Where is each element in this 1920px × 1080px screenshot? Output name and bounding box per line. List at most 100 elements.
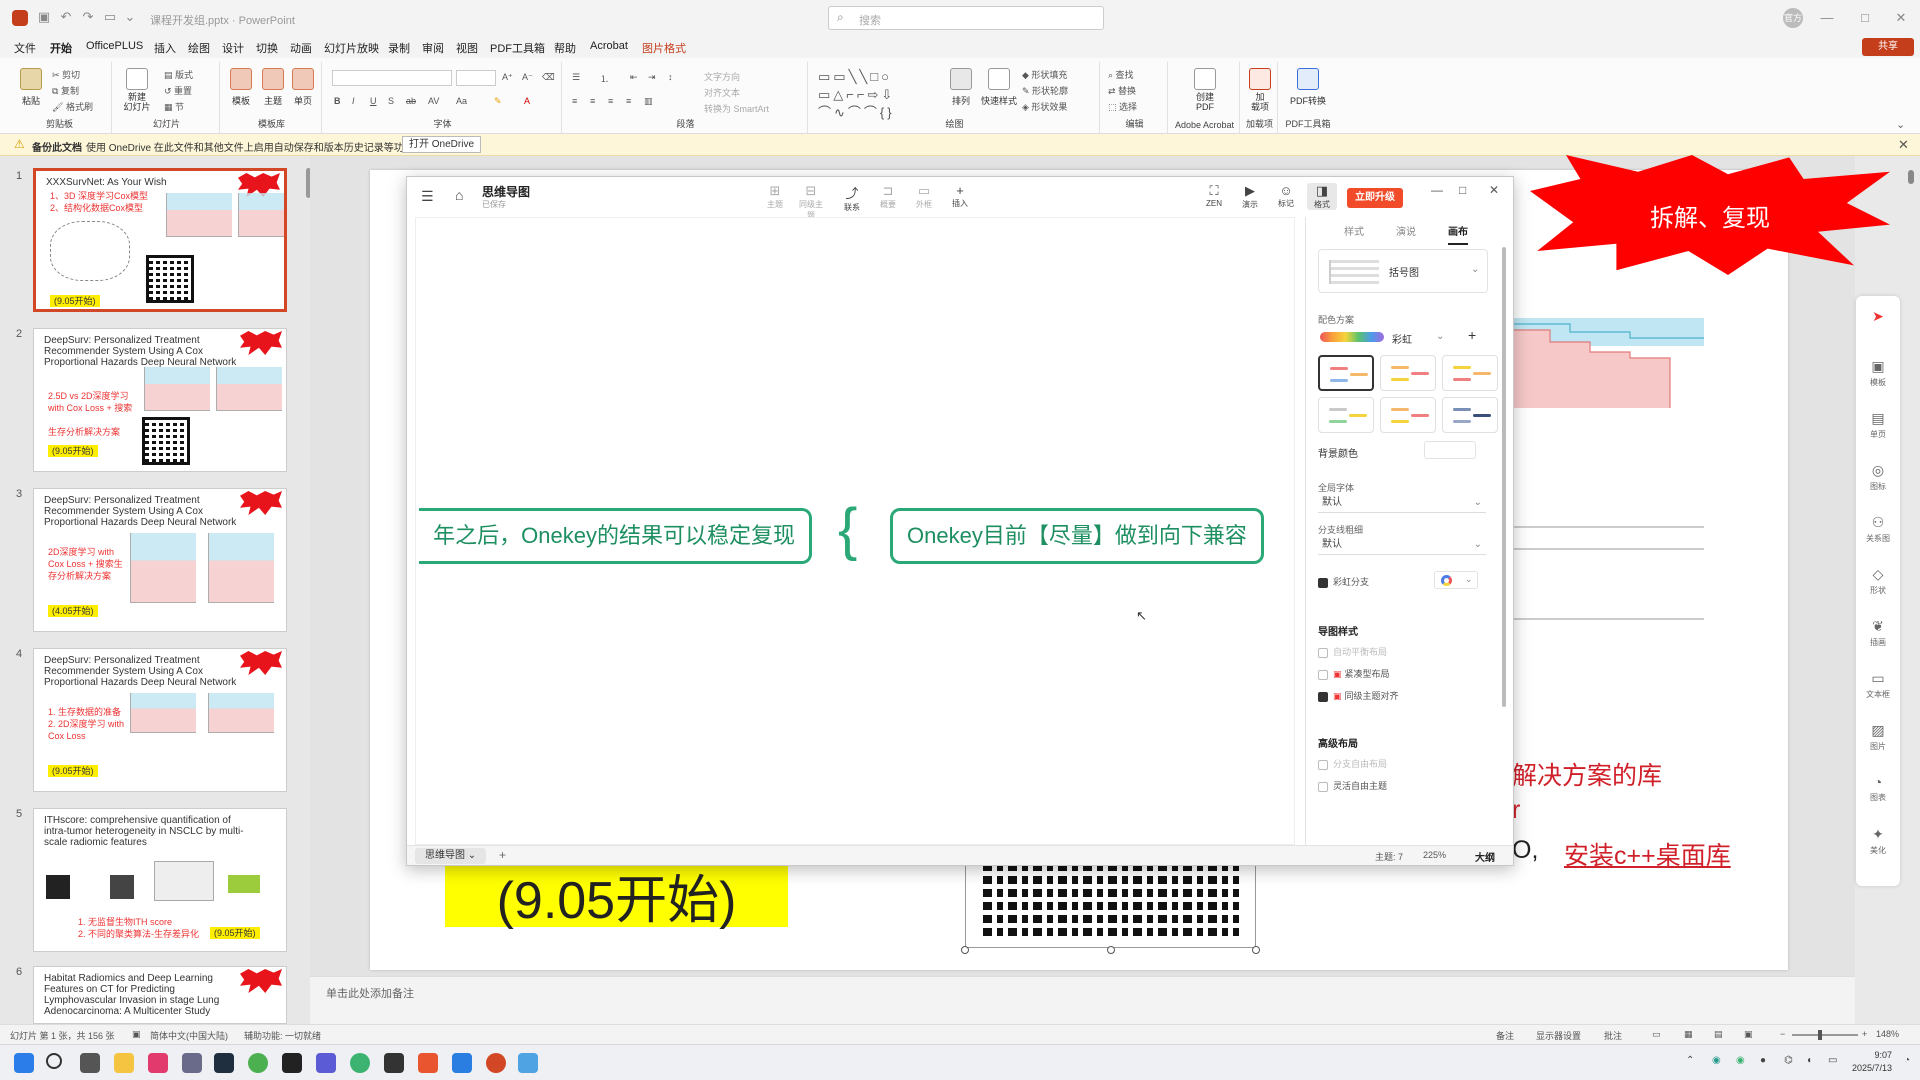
single-page-label[interactable]: 单页 <box>283 94 323 107</box>
theme-icon[interactable] <box>262 68 284 90</box>
app-icon[interactable] <box>282 1053 302 1073</box>
redo-icon[interactable]: ↷ <box>80 9 96 25</box>
shapes-gallery[interactable]: ▭▭╲╲□○ ▭△⌐⌐⇨⇩ ⌒∿⌒⌒{} <box>818 68 930 122</box>
align-siblings-checkbox[interactable]: ▣ 同级主题对齐 <box>1318 689 1399 702</box>
tool-relation[interactable]: ⤴ 联系 <box>837 183 867 213</box>
menu-insert[interactable]: 插入 <box>154 40 176 56</box>
menu-review[interactable]: 审阅 <box>422 40 444 56</box>
smartart-button[interactable]: 转换为 SmartArt <box>704 102 769 115</box>
search-input[interactable]: ⌕ 搜索 <box>828 6 1104 30</box>
slide-vscroll-thumb[interactable] <box>1908 170 1914 184</box>
section-button[interactable]: ▦ 节 <box>164 100 184 113</box>
create-pdf-icon[interactable] <box>1194 68 1216 90</box>
search-icon[interactable] <box>46 1053 62 1069</box>
outline-button[interactable]: 大纲 <box>1475 849 1495 864</box>
font-select[interactable]: 默认 ⌄ <box>1318 493 1486 513</box>
sidebar-item-shapes[interactable]: ◇ 形状 <box>1856 566 1900 596</box>
menu-file[interactable]: 文件 <box>14 40 36 56</box>
layout-button[interactable]: ▤ 版式 <box>164 68 193 81</box>
battery-icon[interactable]: ▭ <box>1828 1055 1837 1066</box>
minimize-button[interactable]: — <box>1812 8 1842 28</box>
sidebar-item-icons[interactable]: ◎ 图标 <box>1856 462 1900 492</box>
tool-boundary[interactable]: ▭ 外框 <box>909 183 939 210</box>
officeplus-logo-icon[interactable]: ➤ <box>1856 308 1900 325</box>
network-icon[interactable]: ⌬ <box>1784 1055 1793 1066</box>
spellcheck-icon[interactable]: ▣ <box>132 1029 141 1040</box>
slide-thumbnail-6[interactable]: Habitat Radiomics and Deep Learning Feat… <box>33 966 287 1024</box>
pdf-convert-label[interactable]: PDF转换 <box>1288 94 1328 107</box>
color-scheme-select[interactable]: 彩虹 ⌄ <box>1318 327 1446 347</box>
select-button[interactable]: ⬚ 选择 <box>1108 100 1137 113</box>
hamburger-menu-icon[interactable]: ☰ <box>421 188 434 205</box>
slideshow-view-icon[interactable]: ▣ <box>1744 1029 1753 1040</box>
align-left-icon[interactable]: ≡ <box>572 96 577 106</box>
find-button[interactable]: ⌕ 查找 <box>1108 68 1134 81</box>
free-topic-checkbox[interactable]: 灵活自由主题 <box>1318 779 1387 792</box>
menu-slideshow[interactable]: 幻灯片放映 <box>324 40 379 56</box>
shadow-icon[interactable]: S <box>388 96 394 106</box>
zoom-in-icon[interactable]: + <box>1862 1029 1867 1039</box>
normal-view-icon[interactable]: ▭ <box>1652 1029 1661 1040</box>
layout-card-5[interactable] <box>1380 397 1436 433</box>
shape-outline-button[interactable]: ✎ 形状轮廓 <box>1022 84 1068 97</box>
terminal-icon[interactable] <box>384 1053 404 1073</box>
layout-card-1[interactable] <box>1318 355 1374 391</box>
windows-start-icon[interactable] <box>14 1053 34 1073</box>
auto-balance-checkbox[interactable]: 自动平衡布局 <box>1318 645 1387 658</box>
reading-view-icon[interactable]: ▤ <box>1714 1029 1723 1040</box>
zoom-out-icon[interactable]: − <box>1780 1029 1785 1039</box>
layout-card-4[interactable] <box>1318 397 1374 433</box>
tab-speech[interactable]: 演说 <box>1396 223 1416 238</box>
shape-effects-button[interactable]: ◈ 形状效果 <box>1022 100 1067 113</box>
template-icon[interactable] <box>230 68 252 90</box>
align-right-icon[interactable]: ≡ <box>608 96 613 106</box>
font-color-icon[interactable]: A <box>524 96 530 106</box>
numbering-icon[interactable]: ⒈ <box>600 72 609 85</box>
tab-style[interactable]: 样式 <box>1344 223 1364 238</box>
zoom-slider-thumb[interactable] <box>1818 1030 1822 1040</box>
tool-present[interactable]: ▶ 演示 <box>1235 183 1265 210</box>
structure-select[interactable]: 括号图 ⌄ <box>1318 249 1488 293</box>
avatar[interactable]: 官方 <box>1783 8 1803 28</box>
mindmap-maximize-button[interactable]: □ <box>1459 183 1466 197</box>
menu-help[interactable]: 帮助 <box>554 40 576 56</box>
tray-chevron-icon[interactable]: ⌃ <box>1686 1055 1694 1066</box>
open-onedrive-button[interactable]: 打开 OneDrive <box>402 136 482 153</box>
resize-handle-bl[interactable] <box>961 946 969 954</box>
italic-icon[interactable]: I <box>352 96 355 106</box>
accessibility-status[interactable]: 辅助功能: 一切就绪 <box>244 1029 321 1042</box>
branch-color-select[interactable]: ⌄ <box>1434 571 1478 589</box>
menu-animations[interactable]: 动画 <box>290 40 312 56</box>
menu-transitions[interactable]: 切换 <box>256 40 278 56</box>
slide-thumbnail-5[interactable]: ITHscore: comprehensive quantification o… <box>33 808 287 952</box>
align-text-button[interactable]: 对齐文本 <box>704 86 740 99</box>
app-icon[interactable] <box>148 1053 168 1073</box>
menu-record[interactable]: 录制 <box>388 40 410 56</box>
mindmap-node-right[interactable]: Onekey目前【尽量】做到向下兼容 <box>890 508 1264 564</box>
increase-indent-icon[interactable]: ⇥ <box>648 72 656 83</box>
tray-app-icon[interactable]: ◉ <box>1712 1055 1721 1066</box>
menu-officeplus[interactable]: OfficePLUS <box>86 40 143 52</box>
display-settings[interactable]: 显示器设置 <box>1536 1029 1581 1042</box>
app-icon[interactable] <box>182 1053 202 1073</box>
add-sheet-icon[interactable]: + <box>499 848 506 862</box>
notes-pane[interactable]: 单击此处添加备注 <box>310 976 1855 1024</box>
tool-format[interactable]: ◨ 格式 <box>1307 183 1337 210</box>
slide-thumbnail-3[interactable]: DeepSurv: Personalized Treatment Recomme… <box>33 488 287 632</box>
comments-toggle[interactable]: 批注 <box>1604 1029 1622 1042</box>
decrease-indent-icon[interactable]: ⇤ <box>630 72 638 83</box>
tool-marker[interactable]: ☺ 标记 <box>1271 183 1301 209</box>
menu-design[interactable]: 设计 <box>222 40 244 56</box>
reset-button[interactable]: ↺ 重置 <box>164 84 192 97</box>
sidebar-item-relation[interactable]: ⚇ 关系图 <box>1856 514 1900 544</box>
notes-toggle[interactable]: 备注 <box>1496 1029 1514 1042</box>
columns-icon[interactable]: ▥ <box>644 96 653 107</box>
app-icon[interactable] <box>214 1053 234 1073</box>
text-direction-button[interactable]: 文字方向 <box>704 70 740 83</box>
app-icon[interactable] <box>452 1053 472 1073</box>
sidebar-item-picture[interactable]: ▨ 图片 <box>1856 722 1900 752</box>
layout-card-6[interactable] <box>1442 397 1498 433</box>
justify-icon[interactable]: ≡ <box>626 96 631 106</box>
tool-topic[interactable]: ⊞ 主题 <box>760 183 790 210</box>
paste-label[interactable]: 粘贴 <box>11 94 51 107</box>
